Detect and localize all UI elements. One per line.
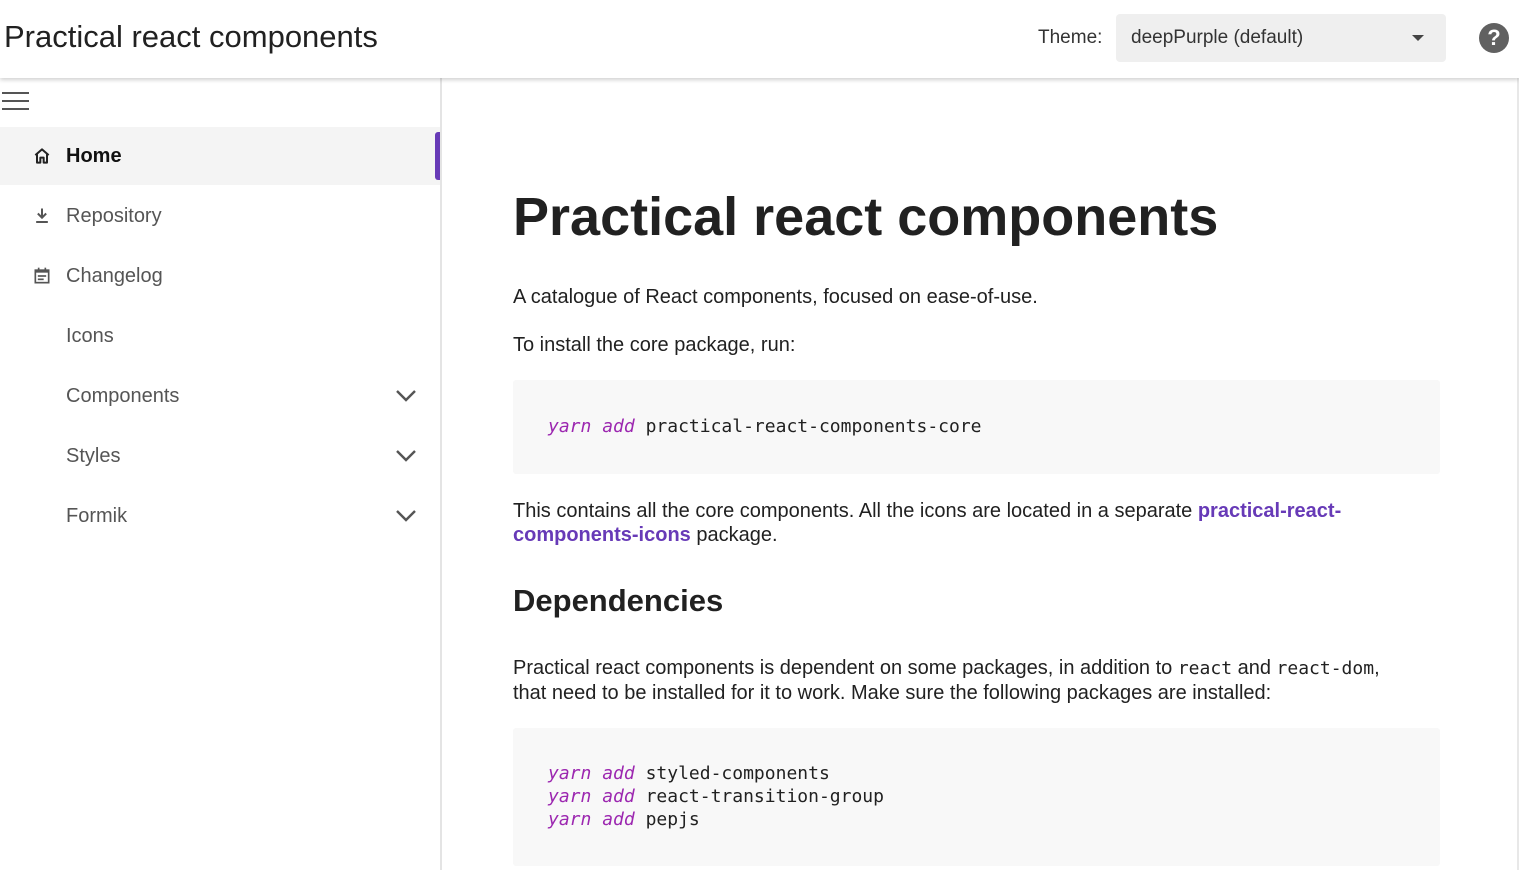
- sidebar-item-label: Repository: [66, 205, 162, 227]
- install-intro-text: To install the core package, run:: [513, 334, 796, 356]
- code-line: yarn add pepjs: [548, 809, 700, 830]
- sidebar-item-repository[interactable]: Repository: [0, 187, 440, 245]
- download-icon: [36, 208, 48, 223]
- sidebar-item-label: Icons: [66, 325, 114, 347]
- chevron-down-icon[interactable]: [394, 505, 418, 525]
- sidebar: Home Repository Changelog Icons Componen…: [0, 78, 442, 870]
- theme-label: Theme:: [1038, 27, 1103, 48]
- help-icon[interactable]: ?: [1479, 23, 1509, 53]
- dependencies-text: Practical react components is dependent …: [513, 657, 1380, 704]
- code-line: yarn add styled-components: [548, 763, 830, 784]
- app-title: Practical react components: [4, 19, 378, 54]
- sidebar-item-components[interactable]: Components: [0, 367, 440, 425]
- code-line: yarn add react-transition-group: [548, 786, 884, 807]
- sidebar-item-label: Styles: [66, 445, 121, 467]
- core-description: This contains all the core components. A…: [513, 500, 1342, 546]
- hamburger-menu-icon[interactable]: [2, 92, 29, 112]
- theme-select[interactable]: deepPurple (default): [1116, 14, 1446, 62]
- chevron-down-icon[interactable]: [394, 445, 418, 465]
- install-code-block: yarn add practical-react-components-core: [513, 380, 1440, 474]
- sidebar-item-formik[interactable]: Formik: [0, 487, 440, 545]
- sidebar-item-styles[interactable]: Styles: [0, 427, 440, 485]
- home-icon: [34, 148, 50, 164]
- main-content: Practical react components A catalogue o…: [442, 78, 1519, 870]
- code-line: yarn add practical-react-components-core: [548, 416, 982, 437]
- theme-select-value: deepPurple (default): [1131, 27, 1304, 48]
- page-title: Practical react components: [513, 187, 1219, 247]
- dependencies-heading: Dependencies: [513, 583, 724, 618]
- app-bar: Practical react components Theme: deepPu…: [0, 0, 1519, 78]
- dropdown-arrow-icon: [1412, 35, 1424, 41]
- calendar-icon: [34, 267, 50, 284]
- dependencies-code-block: yarn add styled-components yarn add reac…: [513, 728, 1440, 866]
- sidebar-item-label: Changelog: [66, 265, 163, 287]
- intro-text: A catalogue of React components, focused…: [513, 286, 1038, 308]
- chevron-down-icon[interactable]: [394, 385, 418, 405]
- sidebar-item-label: Components: [66, 385, 180, 407]
- sidebar-item-icons[interactable]: Icons: [0, 307, 440, 365]
- sidebar-item-label: Home: [66, 145, 122, 167]
- sidebar-item-changelog[interactable]: Changelog: [0, 247, 440, 305]
- sidebar-item-label: Formik: [66, 505, 128, 527]
- sidebar-item-home[interactable]: Home: [0, 127, 440, 185]
